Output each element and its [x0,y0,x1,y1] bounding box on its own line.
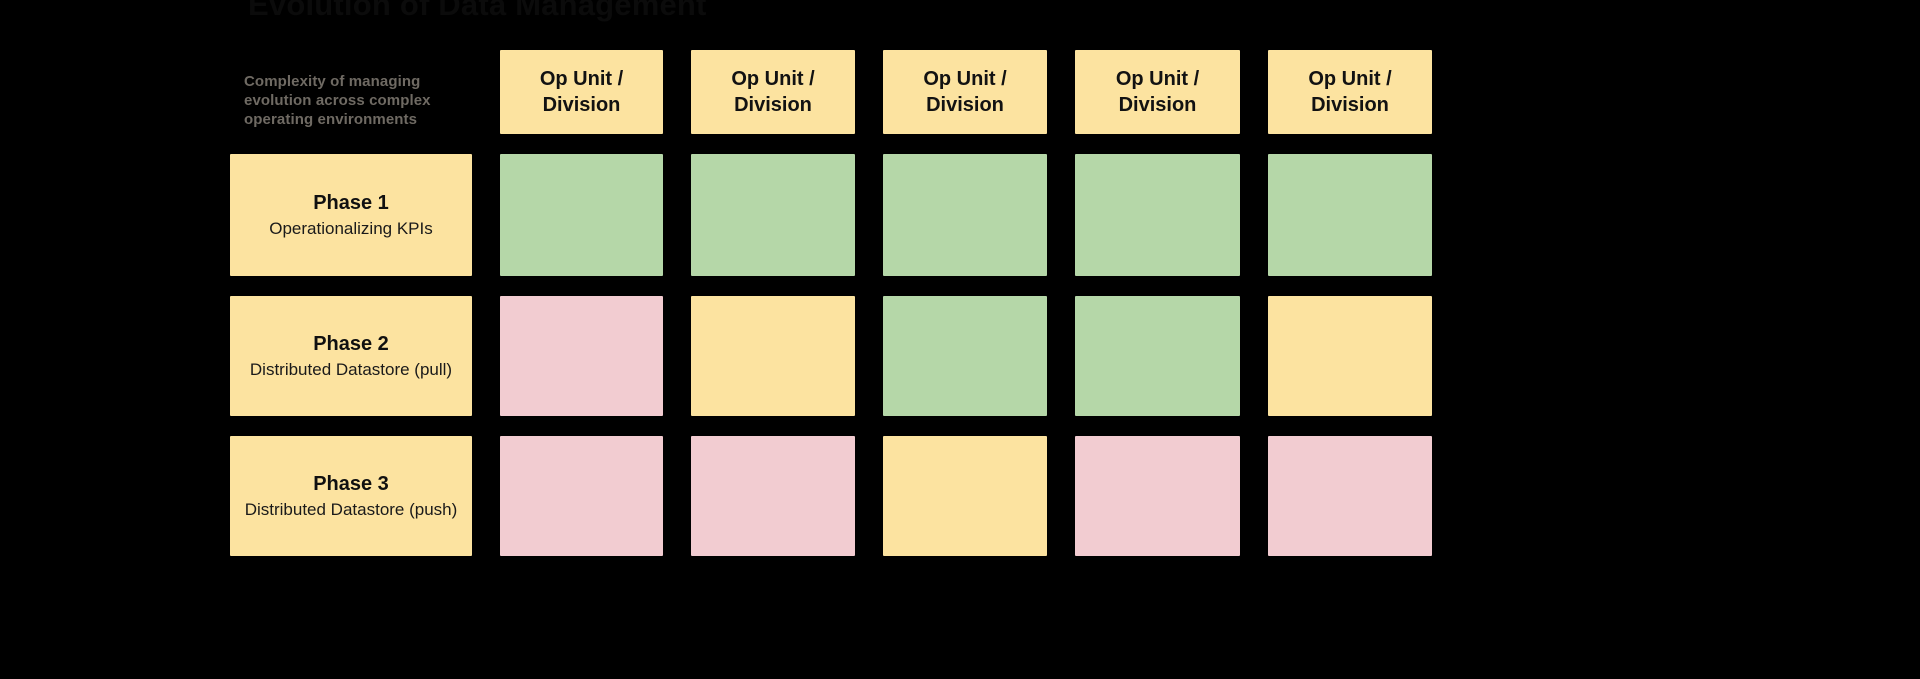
row-header-title: Phase 3 [313,473,389,495]
status-cell-r2c1 [500,296,663,416]
column-header-label: Op Unit / Division [923,68,1007,116]
status-cell-r1c2 [691,154,855,276]
column-header-3: Op Unit / Division [883,50,1047,134]
row-header-title: Phase 2 [313,333,389,355]
status-cell-r3c3 [883,436,1047,556]
row-header-phase-1: Phase 1 Operationalizing KPIs [230,154,472,276]
row-header-subtitle: Distributed Datastore (push) [244,500,458,519]
row-header-subtitle: Distributed Datastore (pull) [249,360,453,379]
row-header-phase-3: Phase 3 Distributed Datastore (push) [230,436,472,556]
status-cell-r3c1 [500,436,663,556]
status-cell-r3c5 [1268,436,1432,556]
row-header-phase-2: Phase 2 Distributed Datastore (pull) [230,296,472,416]
column-header-2: Op Unit / Division [691,50,855,134]
status-cell-r1c1 [500,154,663,276]
status-cell-r1c5 [1268,154,1432,276]
row-header-title: Phase 1 [313,192,389,214]
status-cell-r1c4 [1075,154,1240,276]
row-header-subtitle: Operationalizing KPIs [269,219,433,238]
matrix-corner-descriptor: Complexity of managing evolution across … [230,50,472,134]
status-cell-r3c4 [1075,436,1240,556]
column-header-label: Op Unit / Division [539,68,624,116]
column-header-1: Op Unit / Division [500,50,663,134]
column-header-label: Op Unit / Division [1115,68,1200,116]
column-header-4: Op Unit / Division [1075,50,1240,134]
status-cell-r1c3 [883,154,1047,276]
status-cell-r2c3 [883,296,1047,416]
column-header-label: Op Unit / Division [1308,68,1392,116]
status-cell-r2c5 [1268,296,1432,416]
corner-description-text: Complexity of managing evolution across … [244,73,431,128]
status-cell-r3c2 [691,436,855,556]
status-cell-r2c2 [691,296,855,416]
diagram-canvas: Evolution of Data Management Complexity … [0,0,1920,679]
page-title: Evolution of Data Management [248,0,707,22]
status-cell-r2c4 [1075,296,1240,416]
column-header-5: Op Unit / Division [1268,50,1432,134]
phase-matrix: Complexity of managing evolution across … [230,50,1432,556]
column-header-label: Op Unit / Division [731,68,815,116]
